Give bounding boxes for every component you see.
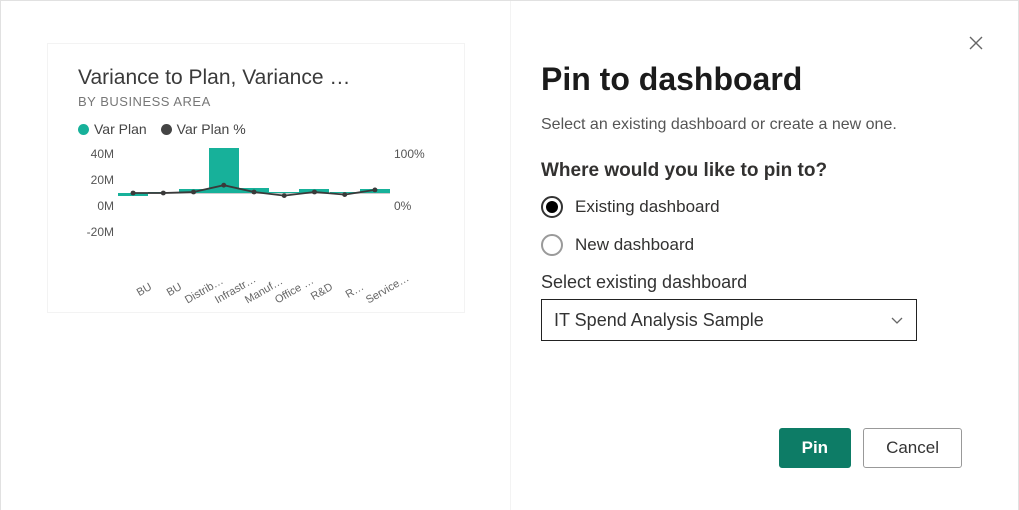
pin-button[interactable]: Pin [779,428,851,468]
legend-swatch-icon [78,124,89,135]
y-tick: 100% [394,141,434,167]
tile-subtitle: BY BUSINESS AREA [78,94,434,109]
y-tick: 20M [78,167,114,193]
tile-preview-panel: Variance to Plan, Variance … BY BUSINESS… [1,1,511,510]
y-tick: 40M [78,141,114,167]
dashboard-select[interactable]: IT Spend Analysis Sample [541,299,917,341]
legend-label: Var Plan [94,121,147,137]
radio-label: New dashboard [575,235,694,255]
y-axis-left: 40M 20M 0M -20M [78,141,118,281]
chart-area: 40M 20M 0M -20M 100% 0% [78,141,434,281]
y-tick: -20M [78,219,114,245]
radio-new-dashboard[interactable]: New dashboard [541,234,962,256]
x-tick: Distrib… [183,281,215,306]
cancel-button[interactable]: Cancel [863,428,962,468]
pin-form-panel: Pin to dashboard Select an existing dash… [511,1,1018,510]
pin-to-dashboard-dialog: Variance to Plan, Variance … BY BUSINESS… [0,0,1019,510]
select-label: Select existing dashboard [541,272,962,293]
x-tick: BU [122,281,154,306]
legend-item-var-plan: Var Plan [78,121,147,137]
close-button[interactable] [964,31,988,55]
dialog-subtitle: Select an existing dashboard or create a… [541,116,962,134]
dialog-title: Pin to dashboard [541,61,962,98]
radio-label: Existing dashboard [575,197,720,217]
dialog-footer: Pin Cancel [779,428,962,468]
pin-location-question: Where would you like to pin to? [541,160,962,182]
y-axis-right: 100% 0% [390,141,434,281]
chart-plot [118,141,390,261]
x-tick: Service… [364,281,396,306]
chart-tile: Variance to Plan, Variance … BY BUSINESS… [47,43,465,313]
legend-swatch-icon [161,124,172,135]
close-icon [969,36,983,50]
radio-existing-dashboard[interactable]: Existing dashboard [541,196,962,218]
radio-icon [541,234,563,256]
y-tick: 0M [78,193,114,219]
legend-item-var-plan-pct: Var Plan % [161,121,246,137]
radio-icon [541,196,563,218]
line-series [118,141,390,261]
legend-label: Var Plan % [177,121,246,137]
x-tick: BU [152,281,184,306]
x-tick: R… [334,281,366,306]
select-value: IT Spend Analysis Sample [554,310,764,331]
tile-title: Variance to Plan, Variance … [78,66,434,90]
y-tick: 0% [394,193,434,219]
x-axis: BUBUDistrib…Infrastr…Manuf…Office …R&DR…… [78,281,434,293]
chart-legend: Var Plan Var Plan % [78,121,434,137]
chevron-down-icon [890,313,904,327]
